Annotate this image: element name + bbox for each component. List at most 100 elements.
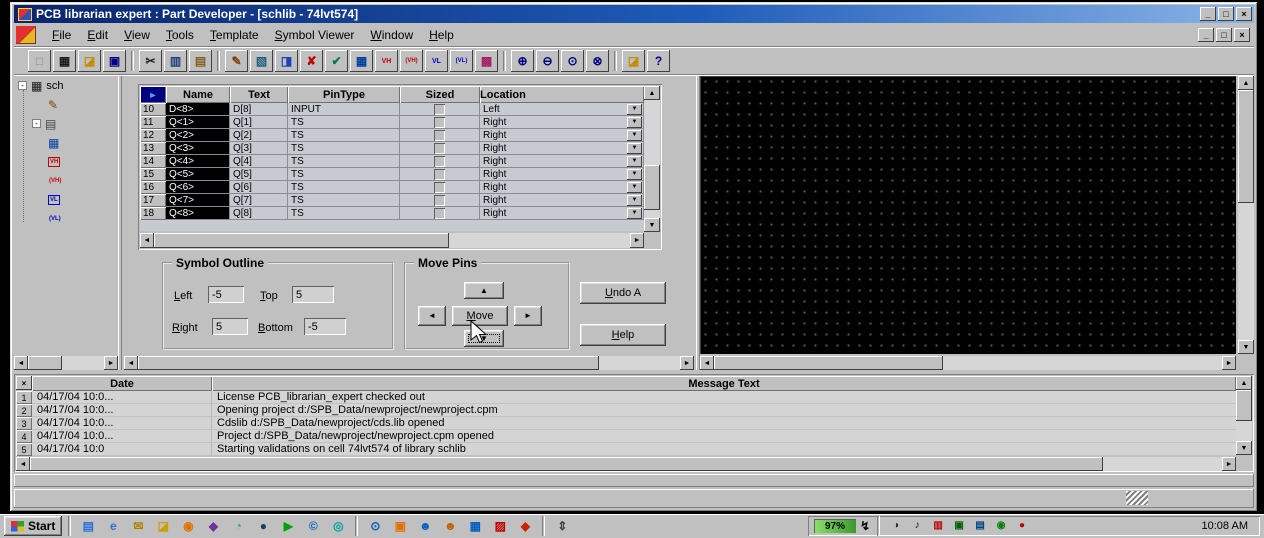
scroll-right-icon[interactable]: ► [1222, 457, 1236, 471]
sized-checkbox[interactable] [434, 129, 445, 141]
librarian-icon[interactable]: ◆ [514, 516, 536, 536]
display-icon[interactable]: ▥ [929, 518, 947, 534]
start-button[interactable]: Start [4, 516, 63, 536]
pin-table-hscrollbar[interactable]: ◄ ► [140, 233, 644, 248]
player-icon[interactable]: ▶ [277, 516, 299, 536]
sized-checkbox[interactable] [434, 103, 445, 115]
spreadsheet-icon[interactable]: ▦ [464, 516, 486, 536]
location-dropdown-button[interactable]: ▼ [627, 207, 642, 219]
tray-arrows-icon[interactable]: ⇕ [551, 516, 573, 536]
scroll-track[interactable] [28, 356, 104, 370]
pin-type-cell[interactable]: TS [288, 129, 400, 142]
pin-text-cell[interactable]: Q[5] [230, 168, 288, 181]
zoom-points-icon[interactable]: ⊙ [561, 50, 584, 72]
vl-paren-icon[interactable]: (VL) [48, 215, 62, 223]
scroll-track[interactable] [1238, 90, 1254, 340]
users-alt-icon[interactable]: ☻ [439, 516, 461, 536]
collapse-box[interactable]: - [18, 81, 27, 90]
scroll-left-icon[interactable]: ◄ [700, 356, 714, 370]
pin-type-cell[interactable]: TS [288, 155, 400, 168]
log-hscrollbar[interactable]: ◄ ► [16, 457, 1236, 471]
taskbar-clock[interactable]: 10:08 AM [1202, 520, 1254, 532]
zoom-fit-icon[interactable]: ⊗ [586, 50, 609, 72]
row-number-cell[interactable]: 15 [140, 168, 166, 181]
menu-window[interactable]: Window [362, 26, 421, 44]
pin-name-cell[interactable]: D<8> [166, 103, 230, 116]
open-icon[interactable]: ◪ [78, 50, 101, 72]
menu-symbol-viewer[interactable]: Symbol Viewer [267, 26, 363, 44]
pin-text-cell[interactable]: Q[1] [230, 116, 288, 129]
menu-help[interactable]: Help [421, 26, 462, 44]
scroll-thumb[interactable] [28, 356, 63, 370]
pin-type-cell[interactable]: TS [288, 207, 400, 220]
pen-icon[interactable]: ✎ [48, 99, 58, 111]
part-chip-icon[interactable]: ▦ [53, 50, 76, 72]
validate-icon[interactable]: ✔ [325, 50, 348, 72]
scroll-down-icon[interactable]: ▼ [644, 218, 660, 232]
log-vscrollbar[interactable]: ▲ ▼ [1236, 376, 1252, 455]
desktop-icon[interactable]: ▤ [77, 516, 99, 536]
pin-type-cell[interactable]: TS [288, 142, 400, 155]
right-field[interactable]: 5 [212, 318, 248, 335]
scroll-down-icon[interactable]: ▼ [1238, 340, 1254, 354]
scroll-right-icon[interactable]: ► [104, 356, 118, 370]
pin-text-cell[interactable]: Q[8] [230, 207, 288, 220]
log-row[interactable]: 3 04/17/04 10:0... Cdslib d:/SPB_Data/newp… [16, 417, 1236, 430]
row-number-cell[interactable]: 13 [140, 142, 166, 155]
row-number-cell[interactable]: 18 [140, 207, 166, 220]
location-dropdown-button[interactable]: ▼ [627, 142, 642, 154]
pin-type-cell[interactable]: INPUT [288, 103, 400, 116]
probe-icon[interactable]: ✎ [225, 50, 248, 72]
scroll-thumb[interactable] [714, 356, 943, 370]
tree-hscrollbar[interactable]: ◄ ► [14, 356, 118, 370]
vh-paren-icon[interactable]: (VH) [48, 177, 62, 185]
scroll-up-icon[interactable]: ▲ [1238, 76, 1254, 90]
vh-paren-icon[interactable]: (VH) [400, 50, 423, 72]
vh-icon[interactable]: VH [48, 156, 61, 167]
pin-name-cell[interactable]: Q<2> [166, 129, 230, 142]
scroll-thumb[interactable] [1236, 390, 1252, 421]
move-down-button[interactable]: ▼ [464, 330, 504, 347]
display-settings-icon[interactable]: ◑ [887, 518, 905, 534]
pin-name-cell[interactable]: Q<8> [166, 207, 230, 220]
scroll-thumb[interactable] [154, 233, 450, 248]
sized-checkbox[interactable] [434, 168, 445, 180]
new-part-icon[interactable]: □ [28, 50, 51, 72]
canvas-vscrollbar[interactable]: ▲ ▼ [1238, 76, 1254, 354]
pin-location-cell[interactable]: Right ▼ [480, 194, 644, 207]
vl-icon[interactable]: VL [425, 50, 448, 72]
row-number-cell[interactable]: 14 [140, 155, 166, 168]
pin-grid-icon[interactable]: ▦ [48, 137, 59, 149]
volume-icon[interactable]: ♪ [908, 518, 926, 534]
pin-text-cell[interactable]: Q[6] [230, 181, 288, 194]
quicktime-icon[interactable]: ◔ [227, 516, 249, 536]
ie-icon[interactable]: e [102, 516, 124, 536]
scroll-left-icon[interactable]: ◄ [124, 356, 138, 370]
top-field[interactable]: 5 [292, 286, 334, 303]
pin-location-cell[interactable]: Right ▼ [480, 181, 644, 194]
pdf-icon[interactable]: ▨ [489, 516, 511, 536]
location-dropdown-button[interactable]: ▼ [627, 168, 642, 180]
pin-location-cell[interactable]: Left ▼ [480, 103, 644, 116]
zoom-in-icon[interactable]: ⊕ [511, 50, 534, 72]
move-up-button[interactable]: ▲ [464, 282, 504, 299]
sized-checkbox[interactable] [434, 207, 445, 219]
cell-stack-icon[interactable]: ▤ [45, 118, 56, 130]
row-number-cell[interactable]: 12 [140, 129, 166, 142]
pin-type-cell[interactable]: TS [288, 116, 400, 129]
scroll-track[interactable] [1236, 390, 1252, 441]
tree-node-label[interactable]: sch [46, 80, 63, 92]
location-dropdown-button[interactable]: ▼ [627, 155, 642, 167]
row-number-cell[interactable]: 16 [140, 181, 166, 194]
pin-location-cell[interactable]: Right ▼ [480, 155, 644, 168]
status-icon[interactable]: ◉ [992, 518, 1010, 534]
sized-checkbox[interactable] [434, 116, 445, 128]
location-dropdown-button[interactable]: ▼ [627, 129, 642, 141]
alert-icon[interactable]: ● [1013, 518, 1031, 534]
save-icon[interactable]: ▣ [103, 50, 126, 72]
help-button[interactable]: Help [580, 324, 666, 346]
app-menu-icon[interactable] [16, 26, 36, 44]
sized-checkbox[interactable] [434, 194, 445, 206]
pin-type-cell[interactable]: TS [288, 194, 400, 207]
undo-all-button[interactable]: Undo A [580, 282, 666, 304]
